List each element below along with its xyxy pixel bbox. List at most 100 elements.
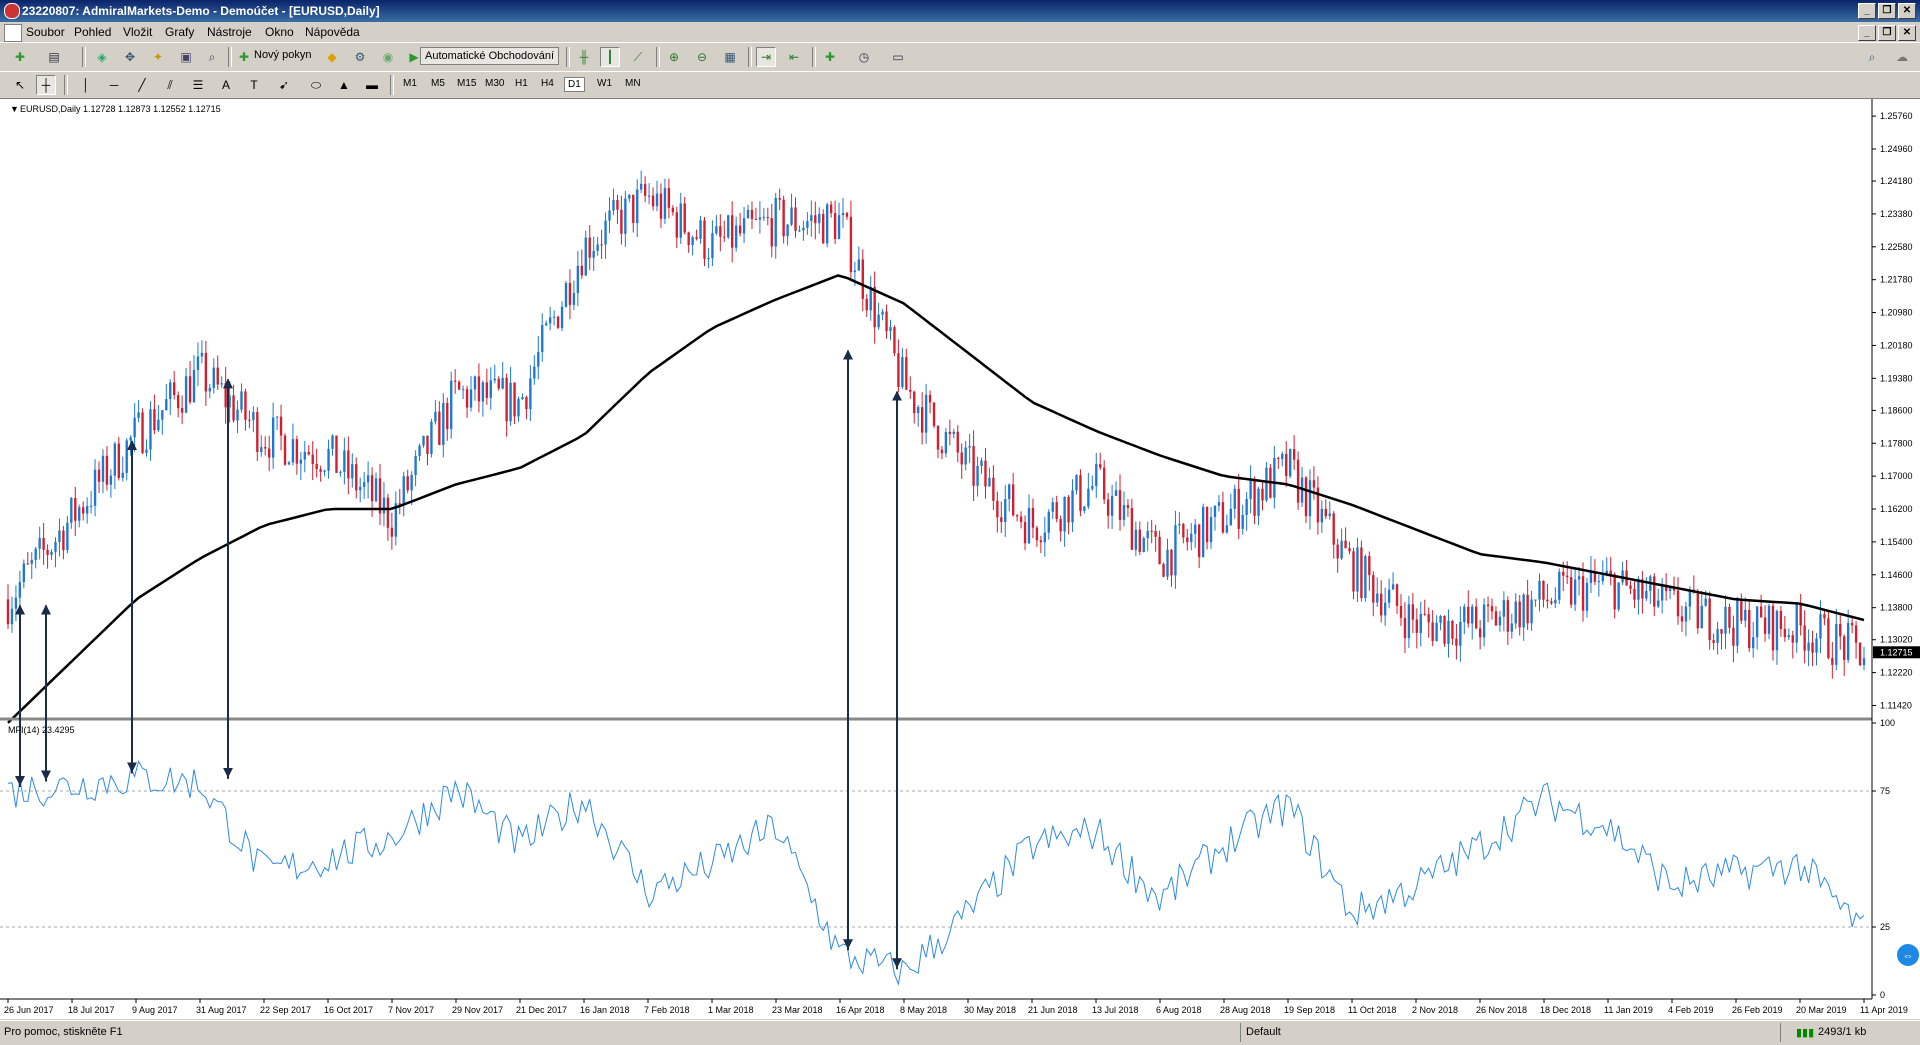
candle-body [1467,606,1470,624]
candle-body [1617,582,1620,610]
autoscroll-icon[interactable]: ⇥ [756,47,776,67]
zoom-in-icon[interactable]: ⊕ [664,47,684,67]
periods-icon[interactable]: ◷ [854,47,874,67]
candle-body [469,389,473,408]
child-restore-button[interactable]: ❐ [1878,25,1896,41]
menu-nastroje[interactable]: Nástroje [207,25,252,39]
crosshair-icon[interactable]: ┼ [36,75,56,95]
candle-body [1526,594,1529,624]
chat-icon[interactable]: ☁ [1892,47,1912,67]
text-label-icon[interactable]: T [244,75,264,95]
candle-body [1435,622,1438,641]
new-chart-icon[interactable]: ✚ [10,47,30,67]
indicators-icon[interactable]: ✚ [820,47,840,67]
candle-body [1736,599,1739,646]
price-tick-label: 1.15400 [1880,537,1913,547]
market-watch-icon[interactable]: ◈ [92,47,112,67]
candle-body [66,522,69,551]
candle-body [1482,604,1486,638]
teamviewer-arrows-icon[interactable]: ⇔ [1903,950,1914,962]
text-tool-icon[interactable]: A [216,75,236,95]
triangle-icon[interactable]: ▲ [334,75,354,95]
menu-soubor[interactable]: Soubor [26,25,65,39]
menu-pohled[interactable]: Pohled [74,25,111,39]
candle-body [1704,598,1707,606]
candle-body [1637,579,1640,600]
candle-body [845,212,849,217]
ellipse-icon[interactable]: ⬭ [306,75,326,95]
new-order-button[interactable]: Nový pokyn [250,47,315,63]
timeframe-h4[interactable]: H4 [538,77,557,90]
chart-window-icon[interactable] [4,24,22,42]
candle-body [386,497,390,528]
navigator-icon[interactable]: ✥ [120,47,140,67]
candle-body [1170,549,1173,576]
candle-body [865,298,868,311]
restore-button[interactable]: ❐ [1878,3,1896,19]
minimize-button[interactable]: _ [1858,3,1876,19]
search-icon[interactable]: ⌕ [1862,47,1882,67]
timeframe-mn[interactable]: MN [622,77,644,90]
templates-icon[interactable]: ▭ [888,47,908,67]
candle-body [319,469,322,472]
chart-window[interactable]: 1.25760 1.24960 1.24180 1.23380 1.22580 1.217… [0,98,1920,1019]
rectangle-icon[interactable]: ▬ [362,75,382,95]
experts-icon[interactable]: ⚙ [350,47,370,67]
price-tick-label: 1.22580 [1880,242,1913,252]
vertical-line-icon[interactable]: │ [76,75,96,95]
child-minimize-button[interactable]: _ [1858,25,1876,41]
menu-okno[interactable]: Okno [265,25,294,39]
cursor-icon[interactable]: ↖ [10,75,30,95]
price-pane[interactable] [6,170,1866,724]
candle-body [529,378,532,409]
candle-body [1660,584,1664,601]
horizontal-line-icon[interactable]: ─ [104,75,124,95]
candle-body [1043,532,1047,543]
timeframe-m30[interactable]: M30 [482,77,507,90]
candlestick-chart-icon[interactable]: ┃ [600,47,620,67]
timeframe-w1[interactable]: W1 [594,77,615,90]
eurusd-chart[interactable]: 1.25760 1.24960 1.24180 1.23380 1.22580 1.217… [0,99,1920,1019]
candle-body [125,440,128,473]
line-chart-icon[interactable]: ⟋ [628,47,648,67]
mfi-tick-label: 25 [1880,922,1890,932]
bar-chart-icon[interactable]: ╫ [574,47,594,67]
candle-body [299,459,303,464]
menu-vlozit[interactable]: Vložit [123,25,152,39]
channel-icon[interactable]: ⫽ [160,75,180,95]
metaeditor-icon[interactable]: ◆ [322,47,342,67]
child-close-button[interactable]: ✕ [1898,25,1916,41]
candle-body [1839,623,1842,637]
chart-shift-icon[interactable]: ⇤ [784,47,804,67]
candle-body [825,204,829,244]
candle-body [885,311,888,332]
timeframe-h1[interactable]: H1 [512,77,531,90]
timeframe-m15[interactable]: M15 [454,77,479,90]
terminal-icon[interactable]: ▣ [176,47,196,67]
fibonacci-icon[interactable]: ☰ [188,75,208,95]
mfi-pane[interactable] [0,759,1872,986]
tile-windows-icon[interactable]: ▦ [720,47,740,67]
timeframe-m1[interactable]: M1 [400,77,420,90]
arrows-icon[interactable]: ➹ [274,75,294,95]
menu-napoveda[interactable]: Nápověda [305,25,360,39]
profiles-icon[interactable]: ▤ [44,47,64,67]
candle-body [1288,449,1292,477]
zoom-out-icon[interactable]: ⊖ [692,47,712,67]
timeframe-d1[interactable]: D1 [564,77,585,92]
auto-trading-button[interactable]: Automatické Obchodování [420,47,560,65]
candle-body [1854,625,1858,643]
signals-icon[interactable]: ◉ [378,47,398,67]
price-tick-label: 1.13020 [1880,635,1913,645]
menu-grafy[interactable]: Grafy [165,25,194,39]
date-axis: 26 Jun 2017 18 Jul 2017 9 Aug 2017 31 Aug 2… [4,999,1908,1015]
date-tick-label: 4 Feb 2019 [1668,1005,1714,1015]
close-button[interactable]: ✕ [1898,3,1916,19]
candle-body [1740,599,1743,621]
timeframe-m5[interactable]: M5 [428,77,448,90]
strategy-tester-icon[interactable]: ⌕ [202,47,222,67]
data-window-icon[interactable]: ✦ [148,47,168,67]
candle-body [707,258,710,260]
candle-body [1261,488,1264,501]
trendline-icon[interactable]: ╱ [132,75,152,95]
